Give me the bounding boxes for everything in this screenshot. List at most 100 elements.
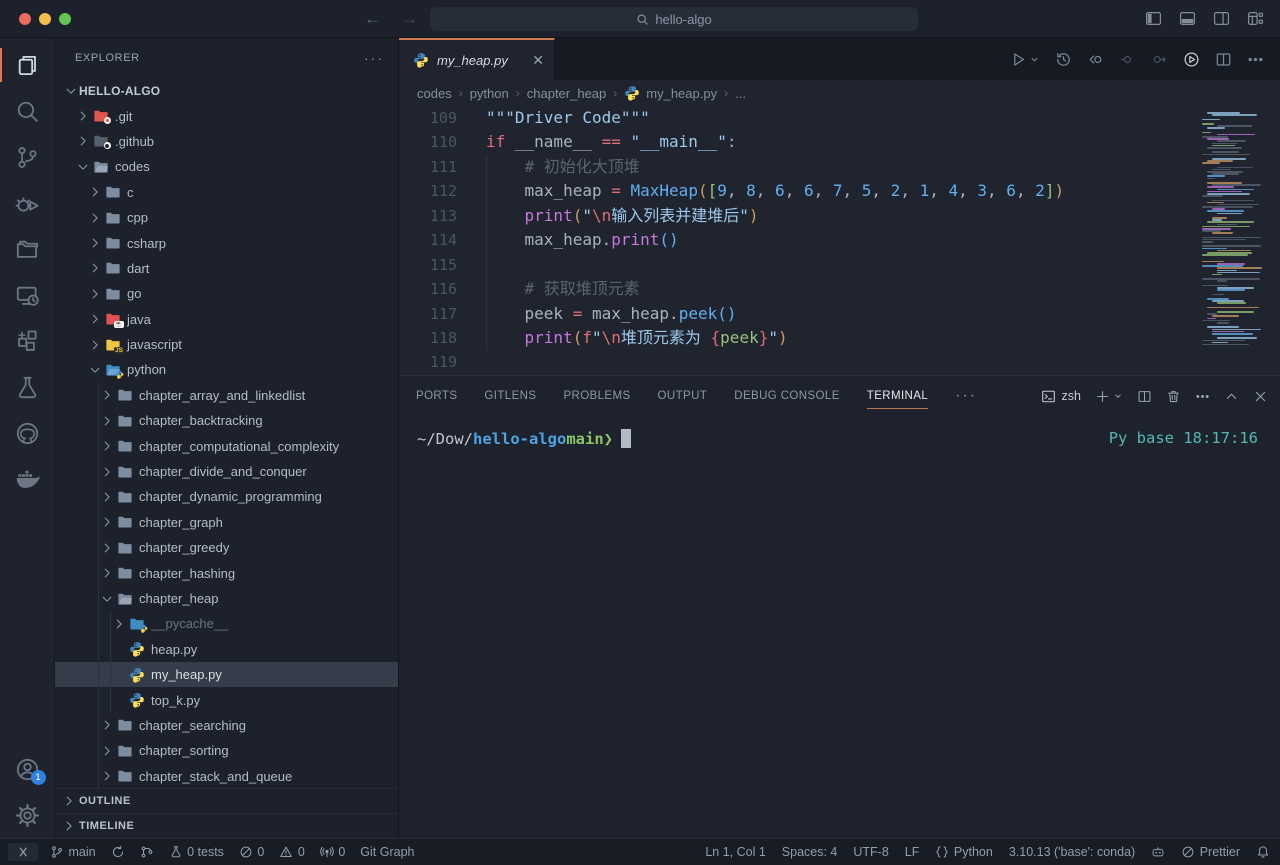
- nav-forward-dim-icon[interactable]: [1151, 51, 1168, 68]
- status-prettier[interactable]: Prettier: [1181, 845, 1240, 859]
- close-icon[interactable]: [1253, 389, 1268, 404]
- status-3-10-13-base-conda-[interactable]: 3.10.13 ('base': conda): [1009, 845, 1135, 859]
- panel-tab-terminal[interactable]: TERMINAL: [867, 376, 928, 416]
- status-git-graph[interactable]: [140, 845, 154, 859]
- tree-item-chapter-greedy[interactable]: chapter_greedy: [55, 535, 398, 560]
- status-sync[interactable]: [111, 845, 125, 859]
- chevron-up-icon[interactable]: [1224, 389, 1239, 404]
- tree-item-top-k-py[interactable]: top_k.py: [55, 687, 398, 712]
- explorer-more-actions-icon[interactable]: ···: [364, 50, 384, 66]
- status-beaker-sm[interactable]: 0 tests: [169, 845, 224, 859]
- tab-my-heap[interactable]: my_heap.py ✕: [399, 38, 555, 80]
- status-copilot[interactable]: [1151, 845, 1165, 859]
- panel-tab-debug-console[interactable]: DEBUG CONSOLE: [734, 376, 840, 416]
- status-lf[interactable]: LF: [905, 845, 920, 859]
- tree-item-chapter-searching[interactable]: chapter_searching: [55, 713, 398, 738]
- tree-item-cpp[interactable]: cpp: [55, 205, 398, 230]
- tree-item-python[interactable]: python: [55, 357, 398, 382]
- run-circle-icon[interactable]: [1183, 51, 1200, 68]
- panel-tab-ports[interactable]: PORTS: [416, 376, 457, 416]
- tree-item-chapter-hashing[interactable]: chapter_hashing: [55, 560, 398, 585]
- tree-root[interactable]: HELLO-ALGO: [55, 78, 398, 103]
- tree-item-csharp[interactable]: csharp: [55, 230, 398, 255]
- breadcrumb-item[interactable]: codes: [417, 86, 452, 101]
- tree-item-chapter-graph[interactable]: chapter_graph: [55, 510, 398, 535]
- tree-item-javascript[interactable]: JSjavascript: [55, 332, 398, 357]
- panel-bottom-icon[interactable]: [1179, 10, 1196, 27]
- run-button[interactable]: [1010, 51, 1040, 68]
- sidebar-section-outline[interactable]: OUTLINE: [55, 788, 398, 813]
- nav-circle-dim-icon[interactable]: [1119, 51, 1136, 68]
- status-spaces-4[interactable]: Spaces: 4: [782, 845, 838, 859]
- minimap[interactable]: [1202, 112, 1268, 348]
- tree-item-chapter-computational-complexity[interactable]: chapter_computational_complexity: [55, 433, 398, 458]
- tree-item-chapter-backtracking[interactable]: chapter_backtracking: [55, 408, 398, 433]
- tab-close-icon[interactable]: ✕: [532, 52, 544, 69]
- panel-tabs-more-icon[interactable]: ···: [955, 387, 977, 405]
- tree-item-dart[interactable]: dart: [55, 256, 398, 281]
- history-back-icon[interactable]: ←: [364, 9, 381, 29]
- panel-right-icon[interactable]: [1213, 10, 1230, 27]
- terminal[interactable]: ~/Dow/hello-algo main ❯ Py base 18:17:16: [399, 416, 1280, 838]
- breadcrumb-item[interactable]: python: [470, 86, 509, 101]
- activity-github[interactable]: [0, 410, 55, 456]
- breadcrumb-item[interactable]: ...: [735, 86, 746, 101]
- status-broadcast[interactable]: 0: [320, 845, 345, 859]
- layout-custom-icon[interactable]: [1247, 10, 1264, 27]
- activity-run-debug[interactable]: [0, 180, 55, 226]
- panel-left-icon[interactable]: [1145, 10, 1162, 27]
- tree-item-c[interactable]: c: [55, 180, 398, 205]
- activity-accounts[interactable]: 1: [0, 746, 55, 792]
- status-braces[interactable]: Python: [935, 845, 992, 859]
- new-terminal-button[interactable]: [1095, 389, 1123, 404]
- breadcrumb-item[interactable]: my_heap.py: [646, 86, 717, 101]
- panel-tab-gitlens[interactable]: GITLENS: [484, 376, 536, 416]
- nav-back-icon[interactable]: [1087, 51, 1104, 68]
- panel-tab-output[interactable]: OUTPUT: [658, 376, 708, 416]
- status-warning[interactable]: 0: [279, 845, 304, 859]
- tree-item-java[interactable]: ☕java: [55, 307, 398, 332]
- activity-docker[interactable]: [0, 456, 55, 502]
- sidebar-section-timeline[interactable]: TIMELINE: [55, 813, 398, 838]
- zoom-window-button[interactable]: [59, 13, 71, 25]
- breadcrumb-item[interactable]: chapter_heap: [527, 86, 607, 101]
- status-error[interactable]: 0: [239, 845, 264, 859]
- more-icon[interactable]: [1247, 51, 1264, 68]
- tree-item--git[interactable]: .git: [55, 103, 398, 128]
- activity-search[interactable]: [0, 88, 55, 134]
- activity-remote-explorer[interactable]: [0, 272, 55, 318]
- minimize-window-button[interactable]: [39, 13, 51, 25]
- history-icon[interactable]: [1055, 51, 1072, 68]
- activity-explorer[interactable]: [0, 42, 55, 88]
- tree-item-chapter-sorting[interactable]: chapter_sorting: [55, 738, 398, 763]
- more-icon[interactable]: [1195, 389, 1210, 404]
- tree-item--github[interactable]: .github: [55, 129, 398, 154]
- activity-extensions[interactable]: [0, 318, 55, 364]
- tree-item--pycache-[interactable]: __pycache__: [55, 611, 398, 636]
- close-window-button[interactable]: [19, 13, 31, 25]
- status-ln-1-col-1[interactable]: Ln 1, Col 1: [705, 845, 765, 859]
- code-editor[interactable]: 109"""Driver Code"""110if __name__ == "_…: [399, 106, 1280, 375]
- status-bell[interactable]: [1256, 845, 1270, 859]
- tree-item-chapter-stack-and-queue[interactable]: chapter_stack_and_queue: [55, 764, 398, 788]
- tree-item-codes[interactable]: codes: [55, 154, 398, 179]
- status-branch[interactable]: main: [50, 845, 96, 859]
- panel-tab-problems[interactable]: PROBLEMS: [563, 376, 630, 416]
- activity-source-control[interactable]: [0, 134, 55, 180]
- activity-testing[interactable]: [0, 364, 55, 410]
- activity-settings[interactable]: [0, 792, 55, 838]
- trash-icon[interactable]: [1166, 389, 1181, 404]
- status-utf-8[interactable]: UTF-8: [853, 845, 888, 859]
- tree-item-heap-py[interactable]: heap.py: [55, 637, 398, 662]
- split-panel-icon[interactable]: [1137, 389, 1152, 404]
- history-forward-icon[interactable]: →: [401, 9, 418, 29]
- split-editor-icon[interactable]: [1215, 51, 1232, 68]
- tree-item-my-heap-py[interactable]: my_heap.py: [55, 662, 398, 687]
- tree-item-chapter-divide-and-conquer[interactable]: chapter_divide_and_conquer: [55, 459, 398, 484]
- tree-item-chapter-array-and-linkedlist[interactable]: chapter_array_and_linkedlist: [55, 383, 398, 408]
- command-center-search[interactable]: hello-algo: [430, 7, 918, 31]
- terminal-shell-selector[interactable]: zsh: [1041, 389, 1081, 404]
- status-remote[interactable]: [8, 843, 38, 861]
- tree-item-chapter-dynamic-programming[interactable]: chapter_dynamic_programming: [55, 484, 398, 509]
- tree-item-go[interactable]: go: [55, 281, 398, 306]
